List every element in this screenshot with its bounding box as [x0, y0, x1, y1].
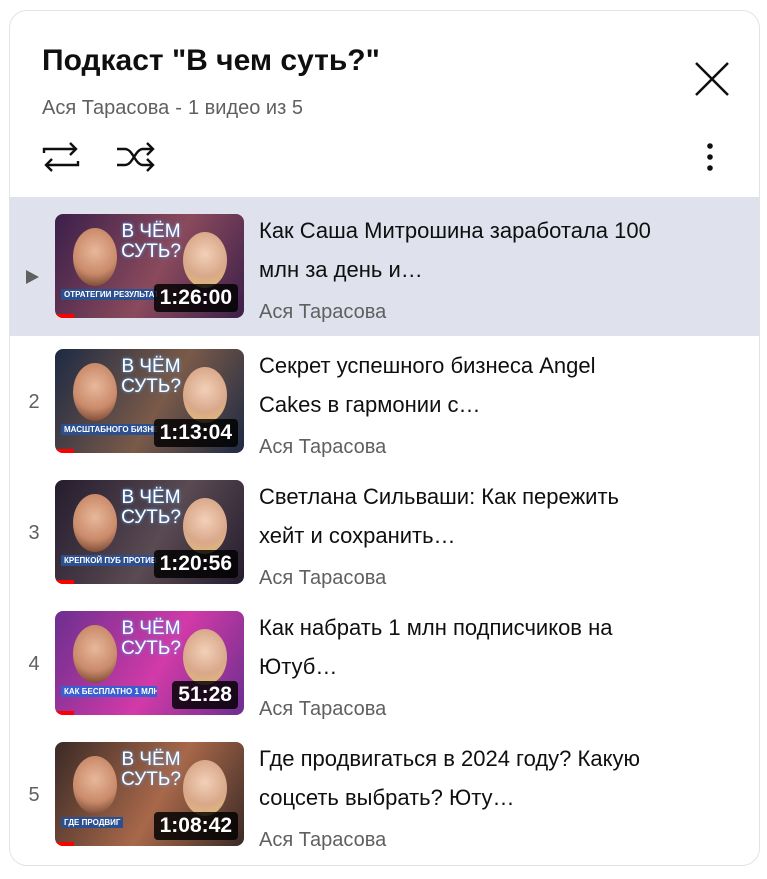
watch-progress-bar: [55, 842, 74, 846]
video-channel: Ася Тарасова: [259, 698, 387, 720]
playlist-channel-link[interactable]: Ася Тарасова: [42, 97, 169, 119]
watch-progress-bar: [55, 449, 74, 453]
thumbnail-brand-text: В ЧЁМ СУТЬ?: [121, 487, 181, 528]
loop-icon: [42, 142, 80, 172]
duration-badge: 1:08:42: [153, 812, 238, 840]
playlist-item[interactable]: В ЧЁМ СУТЬ? ОТРАТЕГИИ РЕЗУЛЬТАТОВ1:26:00 К…: [10, 197, 759, 336]
playlist-item-index: 5: [28, 784, 40, 806]
watch-progress-bar: [55, 711, 74, 715]
thumbnail-brand-text: В ЧЁМ СУТЬ?: [121, 356, 181, 397]
now-playing-icon: [26, 270, 39, 284]
video-title[interactable]: Как Саша Митрошина заработала 100 млн за…: [259, 211, 659, 289]
close-icon: [695, 62, 729, 96]
thumbnail-caption: ГДЕ ПРОДВИГ: [61, 817, 124, 828]
more-vert-icon: [707, 143, 713, 171]
video-title[interactable]: Как набрать 1 млн подписчиков на Ютуб…: [259, 608, 659, 686]
video-thumbnail[interactable]: В ЧЁМ СУТЬ? МАСШТАБНОГО БИЗНЕСА1:13:04: [55, 349, 244, 453]
thumbnail-caption: МАСШТАБНОГО БИЗНЕСА: [61, 424, 157, 435]
video-channel: Ася Тарасова: [259, 829, 387, 851]
video-thumbnail[interactable]: В ЧЁМ СУТЬ? ОТРАТЕГИИ РЕЗУЛЬТАТОВ1:26:00: [55, 214, 244, 318]
thumbnail-caption: КАК БЕСПЛАТНО 1 МЛН ПОДПИСЧИК: [61, 686, 157, 697]
video-title[interactable]: Секрет успешного бизнеса Angel Cakes в г…: [259, 346, 659, 424]
thumbnail-brand-text: В ЧЁМ СУТЬ?: [121, 749, 181, 790]
playlist-item-index: 3: [28, 522, 40, 544]
watch-progress-bar: [55, 580, 74, 584]
duration-badge: 1:20:56: [153, 550, 238, 578]
playlist-panel: Подкаст "В чем суть?" Ася Тарасова -1 вид…: [9, 10, 760, 866]
playlist-item-index: 2: [28, 391, 40, 413]
playlist-subtitle: Ася Тарасова -1 видео из 5: [42, 97, 303, 120]
thumbnail-brand-text: В ЧЁМ СУТЬ?: [121, 221, 181, 262]
thumbnail-caption: КРЕПКОЙ ПУБ ПРОТИВ: [61, 555, 157, 566]
video-title[interactable]: Где продвигаться в 2024 году? Какую соцс…: [259, 739, 659, 817]
video-thumbnail[interactable]: В ЧЁМ СУТЬ? КРЕПКОЙ ПУБ ПРОТИВ 1:20:56: [55, 480, 244, 584]
subtitle-separator: -: [175, 97, 182, 119]
duration-badge: 1:13:04: [153, 419, 238, 447]
video-channel: Ася Тарасова: [259, 436, 387, 458]
close-button[interactable]: [688, 55, 736, 103]
video-title[interactable]: Светлана Сильваши: Как пережить хейт и с…: [259, 477, 659, 555]
playlist-item[interactable]: 3 В ЧЁМ СУТЬ? КРЕПКОЙ ПУБ ПРОТИВ 1:20:56 Све…: [10, 467, 759, 598]
duration-badge: 1:26:00: [153, 284, 238, 312]
loop-button[interactable]: [38, 137, 84, 177]
more-options-button[interactable]: [690, 137, 730, 177]
playlist-item[interactable]: 4 В ЧЁМ СУТЬ? КАК БЕСПЛАТНО 1 МЛН ПОДПИСЧИ…: [10, 598, 759, 729]
video-channel: Ася Тарасова: [259, 301, 387, 323]
playlist-item[interactable]: 5 В ЧЁМ СУТЬ? ГДЕ ПРОДВИГ 1:08:42 Где продви…: [10, 729, 759, 860]
video-thumbnail[interactable]: В ЧЁМ СУТЬ? КАК БЕСПЛАТНО 1 МЛН ПОДПИСЧИК…: [55, 611, 244, 715]
playlist-item-index: 4: [28, 653, 40, 675]
video-thumbnail[interactable]: В ЧЁМ СУТЬ? ГДЕ ПРОДВИГ 1:08:42: [55, 742, 244, 846]
shuffle-button[interactable]: [113, 137, 159, 177]
thumbnail-brand-text: В ЧЁМ СУТЬ?: [121, 618, 181, 659]
playlist-title: Подкаст "В чем суть?": [42, 44, 380, 77]
thumbnail-caption: ОТРАТЕГИИ РЕЗУЛЬТАТОВ: [61, 289, 157, 300]
duration-badge: 51:28: [172, 681, 238, 709]
playlist-header: Подкаст "В чем суть?" Ася Тарасова -1 вид…: [10, 11, 759, 197]
playlist-position: 1 видео из 5: [187, 97, 303, 119]
shuffle-icon: [117, 142, 155, 172]
playlist-item[interactable]: 2 В ЧЁМ СУТЬ? МАСШТАБНОГО БИЗНЕСА1:13:04 Се…: [10, 336, 759, 467]
watch-progress-bar: [55, 314, 74, 318]
video-channel: Ася Тарасова: [259, 567, 387, 589]
